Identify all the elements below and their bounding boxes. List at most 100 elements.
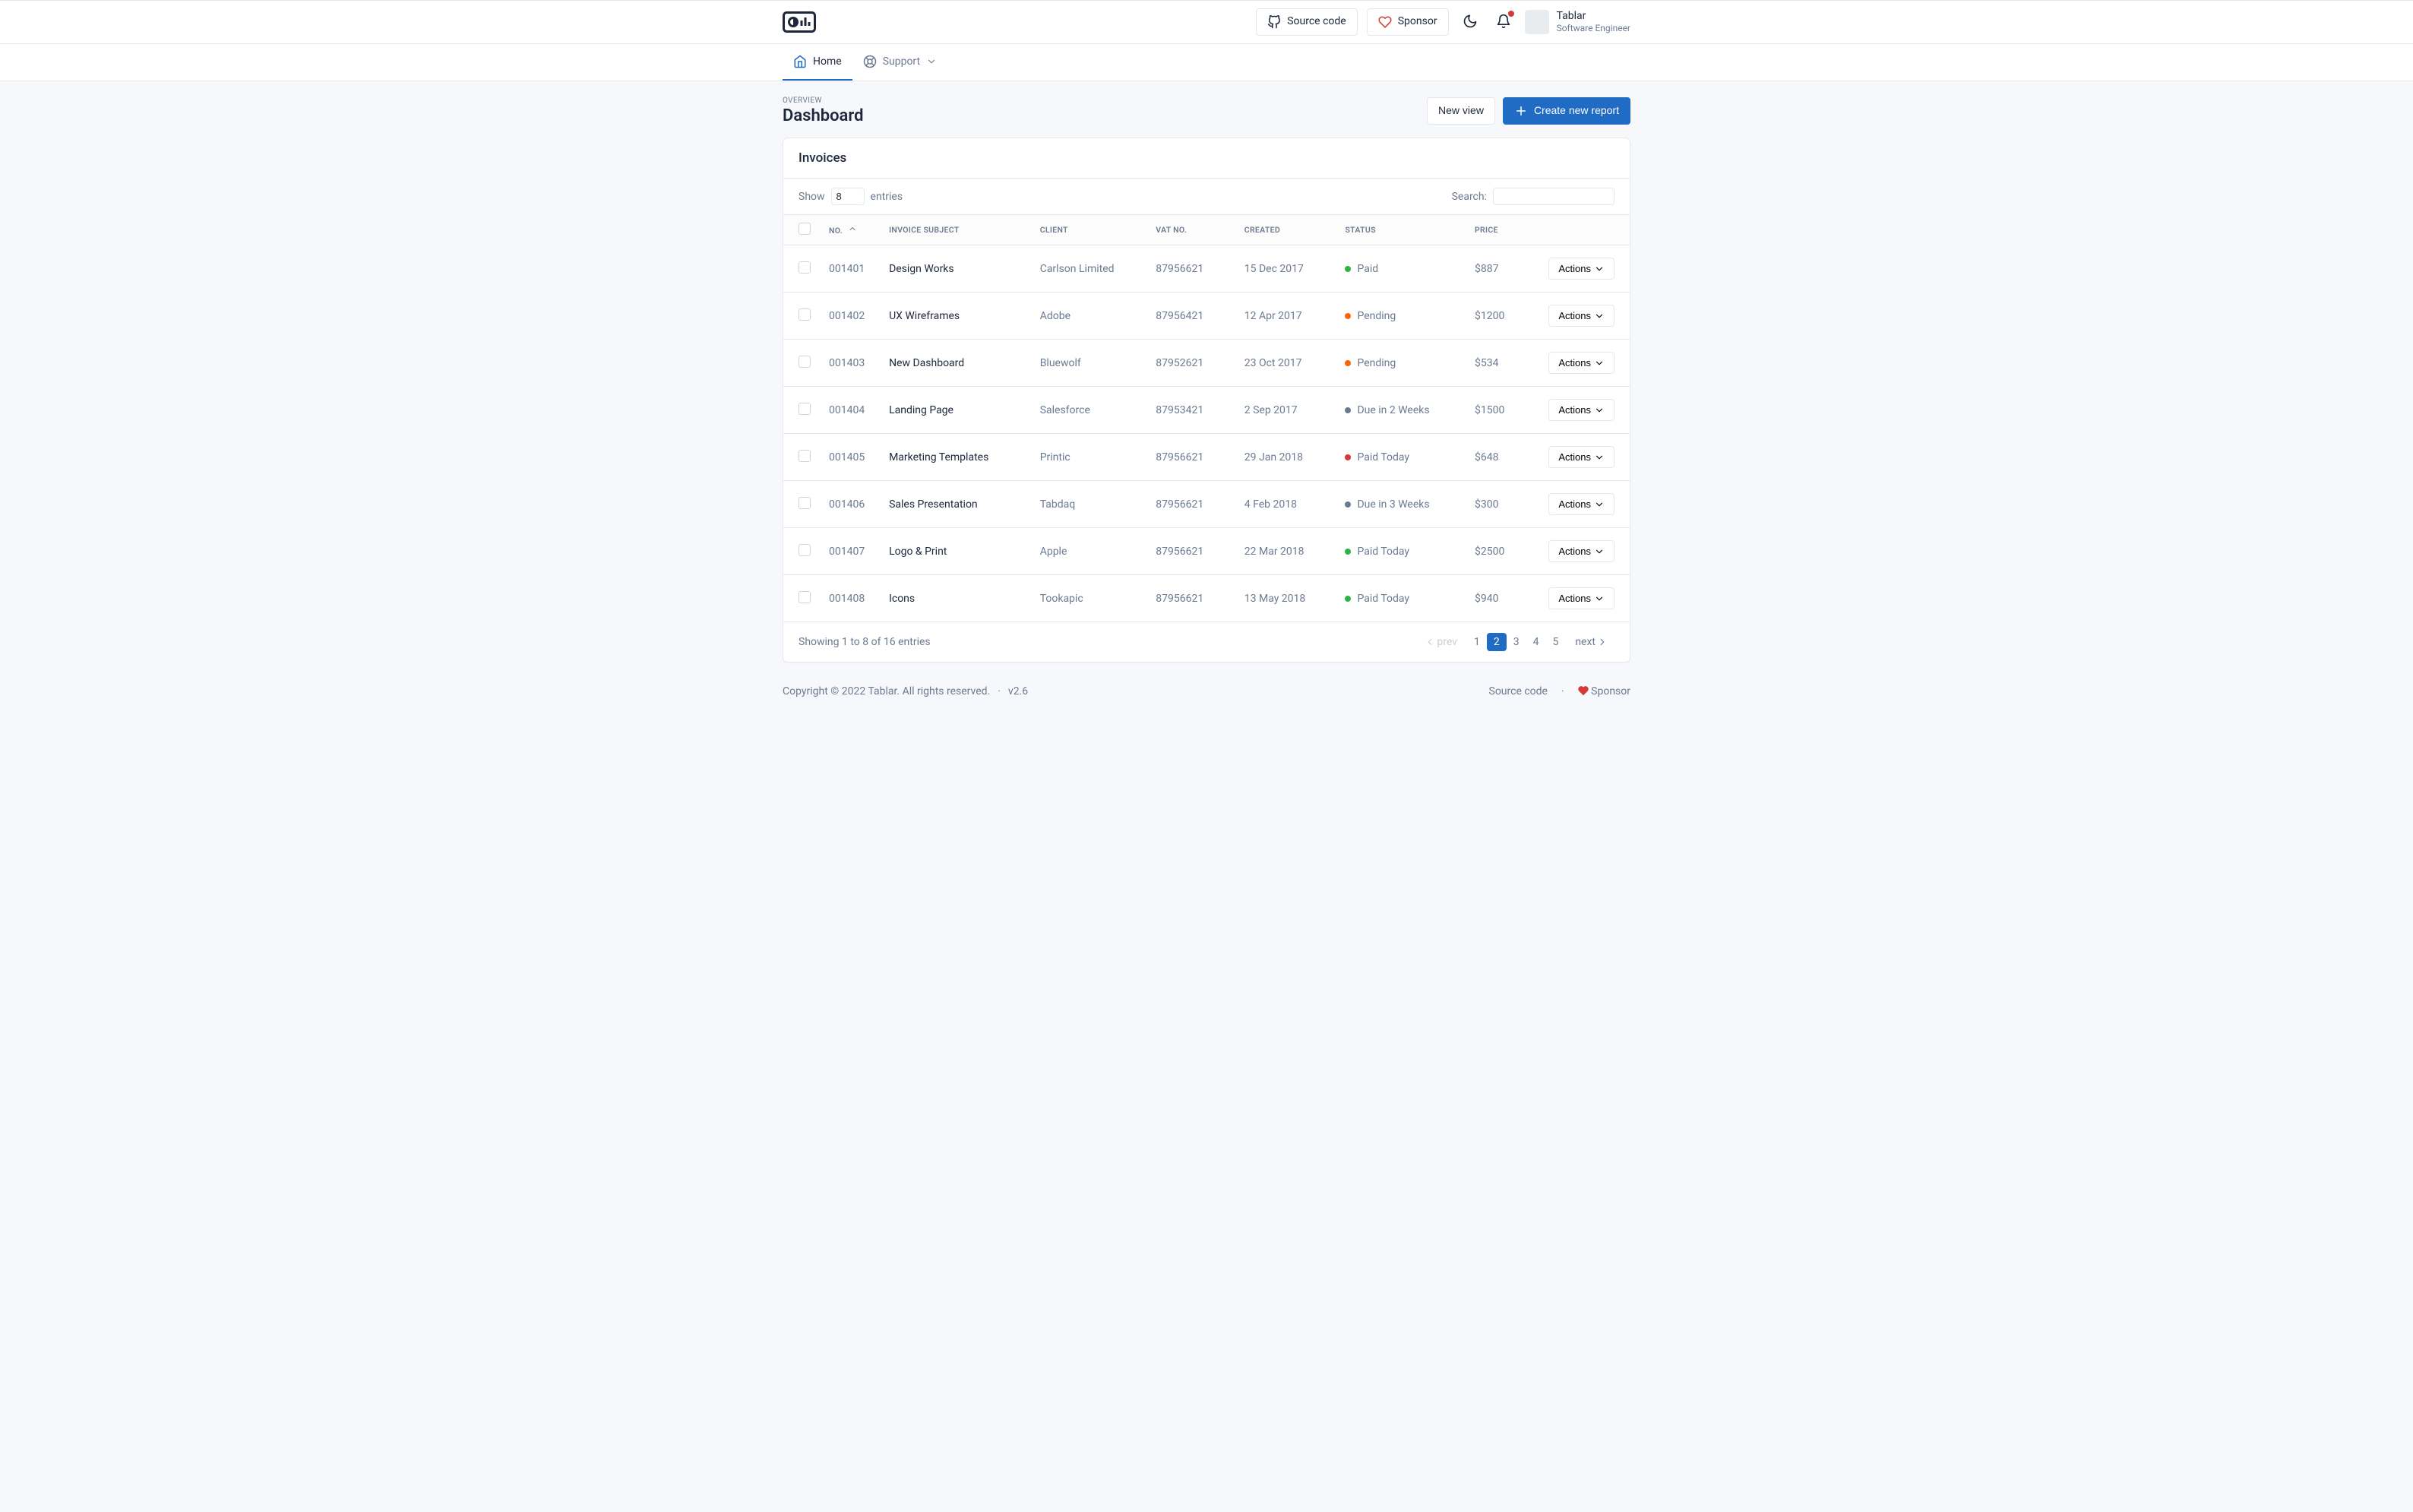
cell-subject[interactable]: UX Wireframes	[880, 293, 1031, 340]
cell-vat: 87956621	[1146, 434, 1235, 481]
col-header-created[interactable]: Created	[1235, 215, 1336, 245]
cell-client[interactable]: Tookapic	[1031, 575, 1147, 622]
notification-badge	[1508, 11, 1514, 17]
row-checkbox[interactable]	[799, 356, 811, 368]
cell-subject[interactable]: Marketing Templates	[880, 434, 1031, 481]
theme-toggle-button[interactable]	[1458, 9, 1482, 36]
cell-created: 29 Jan 2018	[1235, 434, 1336, 481]
cell-status: Pending	[1336, 340, 1466, 387]
row-actions-button[interactable]: Actions	[1548, 540, 1614, 562]
invoices-card: Invoices Show entries Search: No.	[783, 138, 1630, 663]
sponsor-button[interactable]: Sponsor	[1367, 8, 1449, 36]
cell-client[interactable]: Salesforce	[1031, 387, 1147, 434]
row-checkbox[interactable]	[799, 261, 811, 274]
create-report-label: Create new report	[1534, 103, 1619, 119]
select-all-checkbox[interactable]	[799, 223, 811, 235]
pagination-page[interactable]: 5	[1545, 633, 1565, 651]
cell-client[interactable]: Adobe	[1031, 293, 1147, 340]
notifications-button[interactable]	[1491, 9, 1516, 36]
footer-sponsor-link[interactable]: Sponsor	[1578, 685, 1630, 697]
cell-status: Paid Today	[1336, 528, 1466, 575]
row-checkbox[interactable]	[799, 544, 811, 556]
cell-status: Paid	[1336, 245, 1466, 293]
cell-status: Due in 2 Weeks	[1336, 387, 1466, 434]
table-row: 001408 Icons Tookapic 87956621 13 May 20…	[783, 575, 1630, 622]
row-checkbox[interactable]	[799, 497, 811, 509]
chevron-down-icon	[1594, 452, 1605, 463]
lifebuoy-icon	[863, 55, 877, 68]
cell-vat: 87952621	[1146, 340, 1235, 387]
nav-support[interactable]: Support	[852, 44, 947, 81]
search-input[interactable]	[1493, 188, 1614, 205]
cell-subject[interactable]: Logo & Print	[880, 528, 1031, 575]
status-dot-icon	[1345, 501, 1351, 508]
cell-created: 13 May 2018	[1235, 575, 1336, 622]
cell-price: $534	[1466, 340, 1539, 387]
row-actions-button[interactable]: Actions	[1548, 493, 1614, 515]
col-header-price[interactable]: Price	[1466, 215, 1539, 245]
entries-input[interactable]	[831, 188, 865, 205]
cell-subject[interactable]: Icons	[880, 575, 1031, 622]
cell-subject[interactable]: Landing Page	[880, 387, 1031, 434]
cell-vat: 87953421	[1146, 387, 1235, 434]
row-checkbox[interactable]	[799, 403, 811, 415]
create-report-button[interactable]: Create new report	[1503, 97, 1630, 125]
pagination-page[interactable]: 4	[1526, 633, 1546, 651]
avatar	[1525, 10, 1549, 34]
col-header-status[interactable]: Status	[1336, 215, 1466, 245]
status-dot-icon	[1345, 266, 1351, 272]
table-row: 001403 New Dashboard Bluewolf 87952621 2…	[783, 340, 1630, 387]
cell-price: $2500	[1466, 528, 1539, 575]
pagination-page[interactable]: 3	[1507, 633, 1526, 651]
status-dot-icon	[1345, 360, 1351, 366]
col-header-vat[interactable]: Vat No.	[1146, 215, 1235, 245]
user-role: Software Engineer	[1557, 23, 1630, 33]
row-checkbox[interactable]	[799, 450, 811, 462]
pagination-next[interactable]: next	[1568, 633, 1614, 651]
cell-client[interactable]: Printic	[1031, 434, 1147, 481]
page-header: OVERVIEW Dashboard New view Create new r…	[783, 81, 1630, 138]
brand-logo[interactable]	[783, 11, 816, 33]
row-actions-button[interactable]: Actions	[1548, 446, 1614, 468]
cell-subject[interactable]: Sales Presentation	[880, 481, 1031, 528]
logo-icon	[783, 11, 816, 33]
new-view-button[interactable]: New view	[1427, 97, 1495, 125]
cell-client[interactable]: Carlson Limited	[1031, 245, 1147, 293]
entries-label: entries	[871, 191, 903, 203]
row-actions-button[interactable]: Actions	[1548, 258, 1614, 280]
sort-asc-icon	[848, 224, 857, 233]
row-actions-button[interactable]: Actions	[1548, 305, 1614, 327]
row-checkbox[interactable]	[799, 591, 811, 603]
user-menu[interactable]: Tablar Software Engineer	[1525, 10, 1630, 34]
pagination-page[interactable]: 2	[1487, 633, 1507, 651]
chevron-down-icon	[1594, 311, 1605, 321]
cell-no: 001402	[820, 293, 880, 340]
cell-price: $1200	[1466, 293, 1539, 340]
row-actions-button[interactable]: Actions	[1548, 587, 1614, 609]
chevron-down-icon	[1594, 358, 1605, 369]
col-header-client[interactable]: Client	[1031, 215, 1147, 245]
search-label: Search:	[1452, 191, 1487, 203]
table-row: 001405 Marketing Templates Printic 87956…	[783, 434, 1630, 481]
row-checkbox[interactable]	[799, 308, 811, 321]
table-footer-text: Showing 1 to 8 of 16 entries	[799, 636, 931, 648]
cell-client[interactable]: Apple	[1031, 528, 1147, 575]
cell-subject[interactable]: Design Works	[880, 245, 1031, 293]
footer-source-code-link[interactable]: Source code	[1489, 685, 1548, 697]
cell-no: 001404	[820, 387, 880, 434]
pagination-page[interactable]: 1	[1467, 633, 1487, 651]
source-code-button[interactable]: Source code	[1256, 8, 1358, 36]
cell-no: 001401	[820, 245, 880, 293]
row-actions-button[interactable]: Actions	[1548, 352, 1614, 374]
invoices-table: No. Invoice Subject Client Vat No. Creat…	[783, 214, 1630, 622]
cell-client[interactable]: Tabdaq	[1031, 481, 1147, 528]
cell-client[interactable]: Bluewolf	[1031, 340, 1147, 387]
row-actions-button[interactable]: Actions	[1548, 399, 1614, 421]
github-icon	[1267, 15, 1281, 29]
new-view-label: New view	[1438, 103, 1484, 119]
nav-home[interactable]: Home	[783, 44, 852, 81]
col-header-subject[interactable]: Invoice Subject	[880, 215, 1031, 245]
col-header-no[interactable]: No.	[820, 215, 880, 245]
cell-subject[interactable]: New Dashboard	[880, 340, 1031, 387]
pagination-prev[interactable]: prev	[1418, 633, 1464, 651]
